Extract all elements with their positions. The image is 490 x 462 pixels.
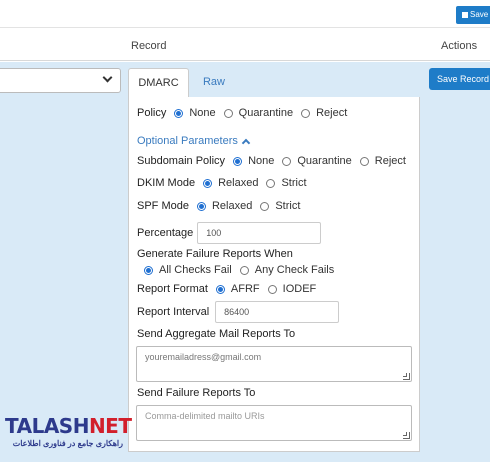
radio-selected[interactable] <box>144 265 153 275</box>
tab-dmarc[interactable]: DMARC <box>128 68 189 97</box>
optional-parameters-toggle[interactable]: Optional Parameters <box>137 135 251 147</box>
spf-mode-label: SPF Mode <box>137 200 189 212</box>
policy-label: Policy <box>137 107 167 119</box>
aggregate-reports-label: Send Aggregate Mail Reports To <box>137 328 296 340</box>
aggregate-reports-textarea[interactable]: youremailadress@gmail.com <box>136 346 412 382</box>
failure-reports-when-label: Generate Failure Reports When <box>137 248 293 260</box>
spf-option-strict[interactable]: Strict <box>260 200 300 212</box>
column-header-actions: Actions <box>441 40 478 52</box>
watermark-tagline: راهکاری جامع در فناوری اطلاعات <box>12 439 123 448</box>
subdomain-option-none[interactable]: None <box>233 155 274 167</box>
chevron-down-icon <box>102 72 113 83</box>
policy-option-quarantine[interactable]: Quarantine <box>223 107 293 119</box>
policy-row: Policy None Quarantine Reject <box>137 107 347 119</box>
dkim-mode-row: DKIM Mode Relaxed Strict <box>137 177 307 189</box>
percentage-row: Percentage 100 <box>137 222 322 244</box>
failure-option-all-checks-fail[interactable]: All Checks Fail <box>144 264 232 276</box>
chevron-up-icon <box>241 138 251 147</box>
radio[interactable] <box>266 178 276 188</box>
radio[interactable] <box>267 284 277 294</box>
radio-selected[interactable] <box>203 178 213 188</box>
subdomain-option-quarantine[interactable]: Quarantine <box>282 155 352 167</box>
dkim-option-relaxed[interactable]: Relaxed <box>203 177 258 189</box>
radio-selected[interactable] <box>215 284 225 294</box>
failure-reports-to-label: Send Failure Reports To <box>137 387 256 399</box>
subdomain-policy-row: Subdomain Policy None Quarantine Reject <box>137 155 406 167</box>
subdomain-policy-label: Subdomain Policy <box>137 155 226 167</box>
aggregate-reports-row: Send Aggregate Mail Reports To <box>137 328 295 340</box>
radio-selected[interactable] <box>233 156 243 166</box>
table-header: Record Actions <box>0 33 490 61</box>
report-interval-input[interactable]: 86400 <box>215 301 340 323</box>
radio[interactable] <box>223 108 233 118</box>
report-format-label: Report Format <box>137 283 208 295</box>
save-button[interactable]: Save <box>456 6 490 24</box>
radio-selected[interactable] <box>174 108 184 118</box>
spf-mode-row: SPF Mode Relaxed Strict <box>137 200 300 212</box>
policy-option-none[interactable]: None <box>174 107 216 119</box>
radio[interactable] <box>260 201 270 211</box>
failure-reports-textarea[interactable]: Comma-delimited mailto URIs <box>136 405 412 441</box>
save-record-button[interactable]: Save Record <box>429 68 490 90</box>
record-type-select[interactable] <box>0 68 121 93</box>
format-option-iodef[interactable]: IODEF <box>267 283 316 295</box>
policy-option-reject[interactable]: Reject <box>301 107 347 119</box>
dkim-option-strict[interactable]: Strict <box>266 177 307 189</box>
subdomain-option-reject[interactable]: Reject <box>359 155 406 167</box>
column-header-record: Record <box>131 40 167 52</box>
top-toolbar: Save <box>0 0 490 28</box>
report-format-row: Report Format AFRF IODEF <box>137 283 316 295</box>
tab-raw[interactable]: Raw <box>198 68 230 97</box>
percentage-input[interactable]: 100 <box>197 222 322 244</box>
radio[interactable] <box>239 265 249 275</box>
resize-handle-icon[interactable] <box>403 432 410 439</box>
failure-reports-to-row: Send Failure Reports To <box>137 387 255 399</box>
save-icon <box>462 11 468 18</box>
watermark-logo: TALASHNET راهکاری جامع در فناوری اطلاعات <box>5 414 132 448</box>
radio[interactable] <box>301 108 311 118</box>
percentage-label: Percentage <box>137 227 194 239</box>
report-interval-row: Report Interval 86400 <box>137 301 340 323</box>
radio-selected[interactable] <box>196 201 206 211</box>
dkim-mode-label: DKIM Mode <box>137 177 196 189</box>
dmarc-panel: Policy None Quarantine Reject Optional P… <box>128 97 420 452</box>
failure-reports-when-row: Generate Failure Reports When <box>137 248 293 260</box>
failure-reports-options: All Checks Fail Any Check Fails <box>136 264 334 276</box>
failure-option-any-check-fails[interactable]: Any Check Fails <box>239 264 334 276</box>
report-interval-label: Report Interval <box>137 306 210 318</box>
spf-option-relaxed[interactable]: Relaxed <box>196 200 252 212</box>
resize-handle-icon[interactable] <box>403 373 410 380</box>
radio[interactable] <box>359 156 369 166</box>
radio[interactable] <box>282 156 292 166</box>
format-option-afrf[interactable]: AFRF <box>215 283 260 295</box>
